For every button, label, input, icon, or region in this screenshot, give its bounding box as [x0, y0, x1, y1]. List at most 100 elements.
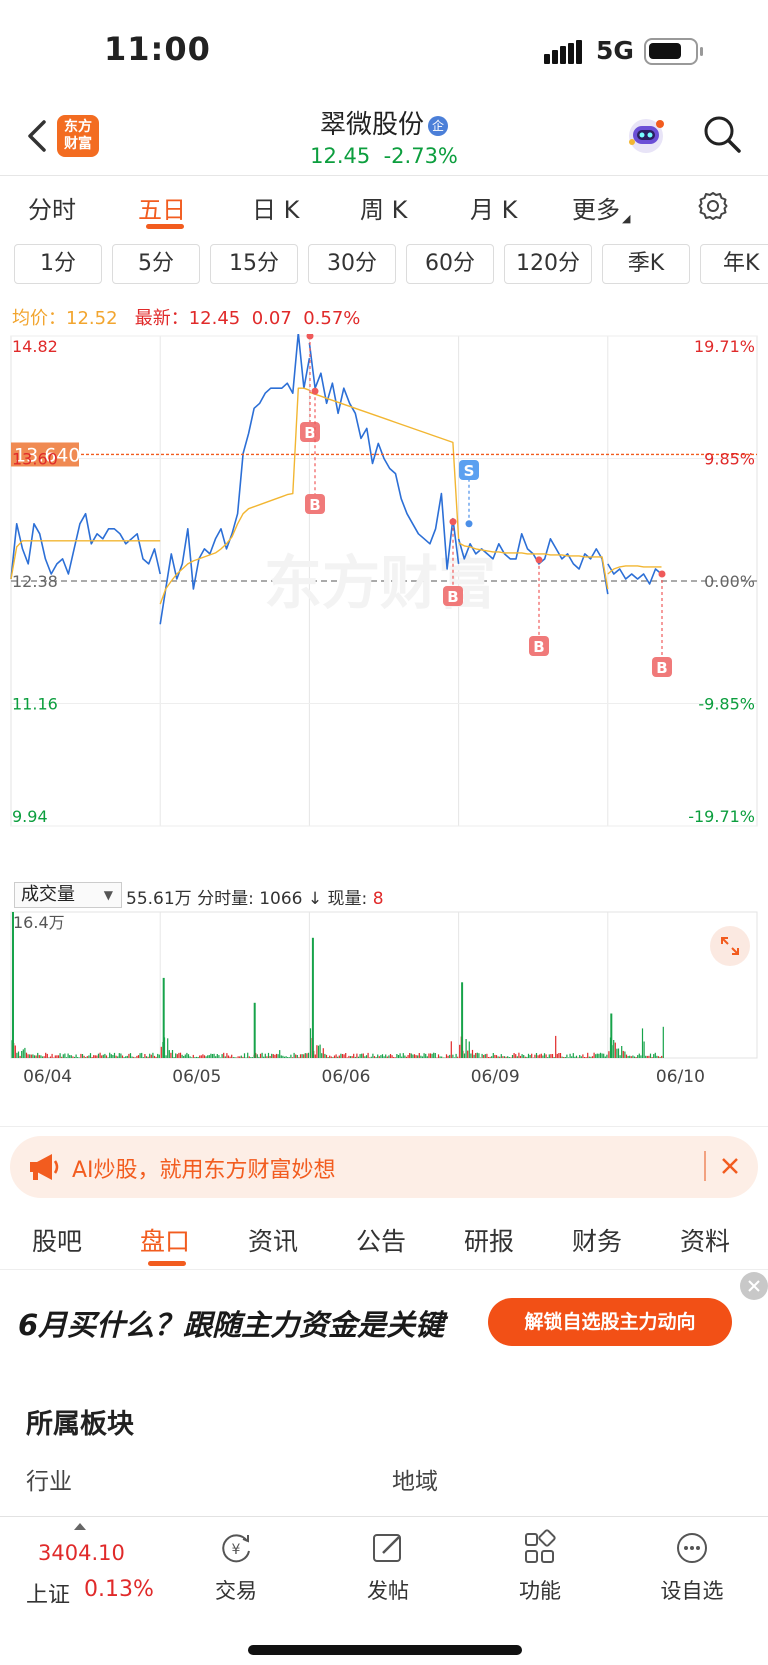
y-axis-left-label: 14.82	[12, 337, 58, 356]
volume-bar	[133, 1056, 135, 1058]
tab-1min[interactable]: 1分	[14, 244, 102, 284]
volume-bar	[78, 1057, 80, 1058]
tab-15min[interactable]: 15分	[210, 244, 298, 284]
tab-year-k[interactable]: 年K	[700, 244, 768, 284]
volume-bar	[351, 1056, 353, 1058]
ai-promo-banner[interactable]: AI炒股，就用东方财富妙想	[10, 1136, 758, 1198]
volume-bar	[77, 1057, 79, 1058]
tab-announcements[interactable]: 公告	[356, 1222, 406, 1258]
volume-bar	[136, 1055, 138, 1058]
volume-bar	[651, 1057, 653, 1058]
volume-bar	[543, 1053, 546, 1058]
tab-5min[interactable]: 5分	[112, 244, 200, 284]
tab-guba[interactable]: 股吧	[32, 1222, 82, 1258]
tab-five-day[interactable]: 五日	[138, 190, 186, 225]
tab-quarter-k[interactable]: 季K	[602, 244, 690, 284]
gear-icon[interactable]	[697, 190, 729, 222]
volume-bar	[61, 1056, 63, 1058]
tab-30min[interactable]: 30分	[308, 244, 396, 284]
tab-news[interactable]: 资讯	[248, 1222, 298, 1258]
volume-bar	[319, 1044, 321, 1058]
volume-bar	[303, 1054, 305, 1058]
volume-bar	[348, 1055, 350, 1058]
volume-bar	[269, 1056, 271, 1058]
nav-add-watchlist[interactable]: 设自选	[642, 1529, 742, 1605]
volume-bar	[596, 1053, 598, 1058]
expand-icon[interactable]	[710, 926, 750, 966]
volume-bar	[502, 1056, 504, 1058]
cellular-signal-icon	[544, 40, 584, 64]
volume-bar	[654, 1052, 656, 1058]
volume-bar	[176, 1054, 178, 1058]
ad-banner[interactable]: 6月买什么？跟随主力资金是关键 解锁自选股主力动向	[0, 1272, 768, 1362]
volume-bar	[426, 1056, 428, 1058]
index-name[interactable]: 上证	[26, 1577, 70, 1609]
volume-bar	[457, 1056, 459, 1058]
volume-bar	[327, 1057, 329, 1058]
volume-bar	[109, 1052, 111, 1058]
sector-region-label: 地域	[392, 1469, 438, 1495]
volume-bar	[580, 1056, 582, 1058]
volume-bar	[518, 1052, 520, 1058]
tab-intraday[interactable]: 分时	[28, 190, 76, 225]
volume-bar	[369, 1057, 371, 1058]
volume-bar	[158, 1054, 160, 1058]
tab-monthly-k[interactable]: 月 K	[470, 190, 517, 225]
volume-bar	[370, 1056, 372, 1058]
volume-bar	[226, 1053, 228, 1058]
volume-bar	[317, 1045, 320, 1058]
trade-marker-label: B	[447, 588, 458, 606]
volume-bar	[468, 1041, 470, 1058]
volume-bar	[516, 1056, 518, 1058]
index-change[interactable]: 0.13%	[84, 1577, 154, 1602]
five-day-price-chart[interactable]: 东方财富13.64014.8213.6012.3811.169.9419.71%…	[0, 334, 768, 880]
volume-chart[interactable]: 16.4万 06/04 06/05 06/06 06/09 06/10	[0, 910, 768, 1100]
unlock-button[interactable]: 解锁自选股主力动向	[488, 1298, 732, 1346]
sector-title: 所属板块	[26, 1409, 134, 1440]
volume-bar	[332, 1057, 334, 1058]
y-axis-right-label: -19.71%	[688, 807, 755, 826]
nav-post[interactable]: 发帖	[338, 1529, 438, 1605]
tab-daily-k[interactable]: 日 K	[252, 190, 299, 225]
close-icon[interactable]	[740, 1272, 768, 1300]
tab-pankou[interactable]: 盘口	[140, 1222, 190, 1258]
nav-functions[interactable]: 功能	[490, 1529, 590, 1605]
caret-down-icon: ▼	[103, 888, 113, 902]
tab-finance[interactable]: 财务	[572, 1222, 622, 1258]
close-icon[interactable]	[718, 1154, 742, 1178]
volume-bar	[162, 977, 165, 1058]
tab-weekly-k[interactable]: 周 K	[360, 190, 407, 225]
tab-more[interactable]: 更多 ◢	[572, 190, 630, 225]
tab-research[interactable]: 研报	[464, 1222, 514, 1258]
volume-bar	[590, 1056, 592, 1058]
volume-bar	[523, 1055, 525, 1058]
indicator-select-value: 成交量	[21, 884, 75, 905]
index-value[interactable]: 3404.10	[38, 1541, 125, 1565]
volume-bar	[603, 1053, 605, 1058]
volume-bar	[377, 1054, 379, 1058]
volume-bar	[423, 1053, 425, 1058]
ai-robot-icon[interactable]	[624, 112, 668, 156]
volume-bar	[540, 1053, 542, 1058]
volume-bar	[35, 1055, 37, 1058]
volume-bar	[99, 1052, 101, 1058]
volume-bar	[625, 1054, 628, 1058]
search-icon[interactable]	[702, 114, 742, 154]
avg-price-label: 均价：	[12, 308, 66, 329]
tab-60min[interactable]: 60分	[406, 244, 494, 284]
minute-volume-value: 1066	[259, 889, 303, 909]
volume-bar	[537, 1055, 539, 1058]
volume-bar	[402, 1053, 404, 1058]
caret-up-icon[interactable]	[74, 1523, 86, 1530]
tab-profile[interactable]: 资料	[680, 1222, 730, 1258]
indicator-select[interactable]: 成交量 ▼	[14, 882, 122, 908]
volume-bar	[189, 1056, 191, 1058]
volume-bar	[195, 1056, 198, 1058]
nav-trade[interactable]: ¥ 交易	[186, 1529, 286, 1605]
y-axis-right-label: 9.85%	[704, 450, 755, 469]
tab-120min[interactable]: 120分	[504, 244, 592, 284]
volume-bar	[499, 1056, 501, 1058]
trade-icon: ¥	[222, 1534, 250, 1563]
day-axis-label: 06/09	[471, 1067, 520, 1087]
status-bar: 11:00 5G	[0, 0, 768, 100]
